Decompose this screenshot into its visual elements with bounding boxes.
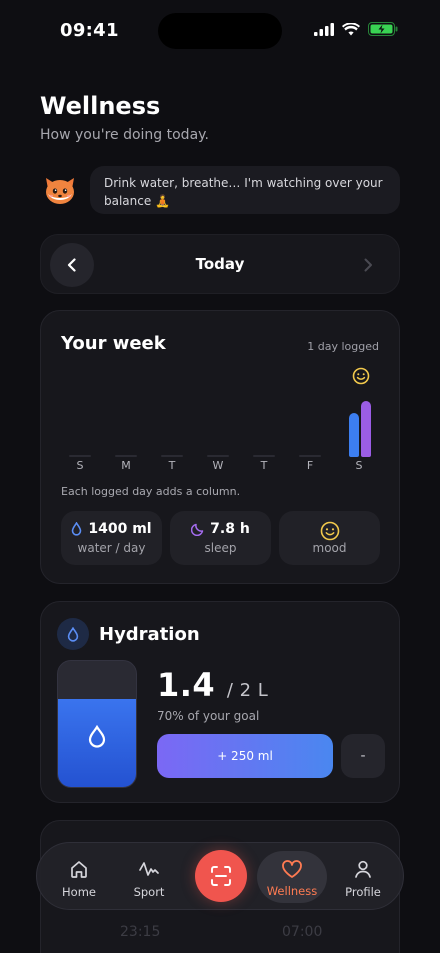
week-hint-text: Each logged day adds a column. bbox=[61, 485, 241, 498]
heart-icon bbox=[282, 860, 302, 878]
tab-home[interactable]: Home bbox=[45, 843, 113, 911]
tab-profile-label: Profile bbox=[345, 885, 381, 899]
day-label-w: W bbox=[212, 459, 224, 472]
mood-stat-value-row bbox=[279, 521, 380, 541]
day-baseline bbox=[115, 455, 137, 457]
day-baseline bbox=[207, 455, 229, 457]
sleep-end-time: 07:00 bbox=[282, 924, 323, 940]
wifi-icon bbox=[342, 22, 360, 35]
fox-mascot-icon bbox=[46, 178, 74, 204]
hydration-amount: 1.4 / 2 L bbox=[157, 666, 268, 704]
water-drop-icon bbox=[67, 626, 79, 642]
bottom-tab-bar: Home Sport Wellness Profile bbox=[36, 842, 404, 910]
activity-icon bbox=[139, 862, 159, 876]
tab-wellness[interactable]: Wellness bbox=[257, 851, 327, 903]
hydration-goal: / 2 L bbox=[226, 680, 269, 701]
tab-sport[interactable]: Sport bbox=[115, 843, 183, 911]
next-day-button[interactable] bbox=[346, 243, 390, 287]
your-week-card: Your week 1 day logged S M T W T F S Eac… bbox=[40, 310, 400, 584]
day-baseline bbox=[253, 455, 275, 457]
tab-sport-label: Sport bbox=[133, 885, 165, 899]
day-label-t2: T bbox=[260, 459, 268, 472]
water-stat-label: water / day bbox=[77, 541, 146, 555]
hydration-card: Hydration 1.4 / 2 L 70% of your goal + 2… bbox=[40, 601, 400, 803]
week-chart: S M T W T F S bbox=[63, 367, 383, 477]
day-label-t: T bbox=[168, 459, 176, 472]
mascot-message-bubble: Drink water, breathe… I'm watching over … bbox=[90, 166, 400, 214]
sleep-stat-label: sleep bbox=[204, 541, 237, 555]
dynamic-island bbox=[158, 13, 282, 49]
day-baseline bbox=[161, 455, 183, 457]
day-label-s: S bbox=[76, 459, 84, 472]
status-bar: 09:41 bbox=[0, 0, 440, 60]
home-icon bbox=[71, 861, 87, 878]
moon-icon bbox=[191, 523, 204, 536]
user-icon bbox=[355, 860, 371, 878]
sleep-stat-value-row: 7.8 h bbox=[170, 521, 271, 537]
day-navigator: Today bbox=[40, 234, 400, 294]
mascot-message-line1: Drink water, breathe… I'm watching over … bbox=[104, 176, 383, 190]
hydration-current: 1.4 bbox=[157, 666, 216, 704]
water-stat-value-row: 1400 ml bbox=[61, 521, 162, 537]
status-icons bbox=[314, 22, 398, 36]
water-stat-value: 1400 ml bbox=[88, 521, 152, 537]
mood-smile-icon bbox=[352, 367, 370, 385]
day-label-m: M bbox=[121, 459, 131, 472]
tab-profile[interactable]: Profile bbox=[329, 843, 397, 911]
hydration-title: Hydration bbox=[99, 624, 200, 645]
water-drop-icon bbox=[88, 724, 106, 748]
mood-stat-label: mood bbox=[312, 541, 347, 555]
scan-button[interactable] bbox=[195, 850, 247, 902]
day-baseline bbox=[299, 455, 321, 457]
page-subtitle: How you're doing today. bbox=[40, 127, 209, 143]
remove-water-button[interactable]: - bbox=[341, 734, 385, 778]
week-card-title: Your week bbox=[61, 333, 166, 354]
water-bar bbox=[349, 413, 359, 457]
scan-icon bbox=[211, 866, 231, 886]
day-label-s2: S bbox=[355, 459, 363, 472]
day-baseline bbox=[69, 455, 91, 457]
water-tank bbox=[57, 660, 137, 788]
sleep-start-time: 23:15 bbox=[120, 924, 161, 940]
add-250ml-button[interactable]: + 250 ml bbox=[157, 734, 333, 778]
sleep-bar bbox=[361, 401, 371, 457]
water-stat: 1400 ml water / day bbox=[61, 511, 162, 565]
days-logged-count: 1 day logged bbox=[307, 340, 379, 353]
battery-charging-icon bbox=[368, 22, 398, 36]
mascot-message-line2: balance 🧘 bbox=[104, 194, 170, 208]
day-label-f: F bbox=[306, 459, 314, 472]
status-time: 09:41 bbox=[60, 20, 119, 41]
wellness-screen: 09:41 Wellness How you're doing today. D… bbox=[0, 0, 440, 953]
hydration-icon-badge bbox=[57, 618, 89, 650]
hydration-progress-text: 70% of your goal bbox=[157, 709, 260, 723]
signal-icon bbox=[314, 22, 334, 36]
sleep-stat: 7.8 h sleep bbox=[170, 511, 271, 565]
water-drop-icon bbox=[72, 522, 82, 536]
page-title: Wellness bbox=[40, 92, 161, 120]
sleep-stat-value: 7.8 h bbox=[210, 521, 250, 537]
tab-wellness-label: Wellness bbox=[266, 884, 318, 898]
mood-stat: mood bbox=[279, 511, 380, 565]
chevron-right-icon bbox=[364, 258, 372, 272]
tab-home-label: Home bbox=[62, 885, 96, 899]
mood-face-icon bbox=[320, 521, 339, 541]
day-column-sat-logged bbox=[345, 377, 373, 457]
